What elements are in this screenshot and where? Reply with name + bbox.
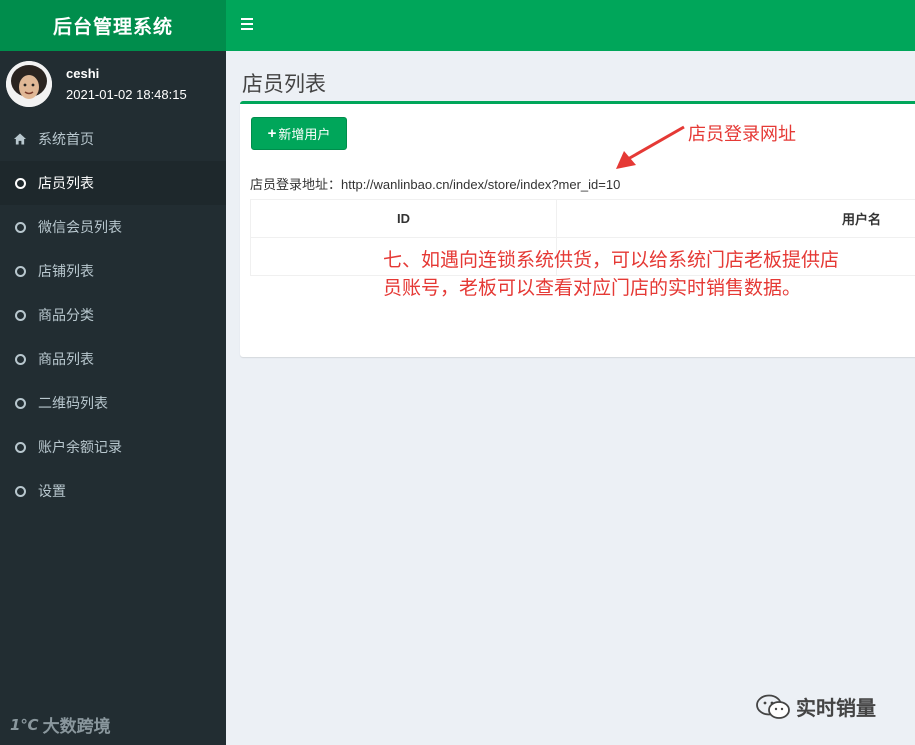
sidebar-item-label: 系统首页: [38, 132, 94, 148]
sidebar-item-qrcodes[interactable]: 二维码列表: [0, 381, 226, 425]
sidebar-item-balance-records[interactable]: 账户余额记录: [0, 425, 226, 469]
annotation-arrow-icon: [616, 125, 685, 169]
watermark-right-text: 实时销量: [796, 696, 876, 720]
sidebar-item-label: 二维码列表: [38, 396, 108, 412]
circle-icon: [14, 397, 26, 409]
user-panel: ceshi 2021-01-02 18:48:15: [0, 51, 226, 117]
circle-icon: [14, 485, 26, 497]
circle-icon: [14, 309, 26, 321]
content-box: + 新增用户 店员登录地址：http://wanlinbao.cn/index/…: [240, 101, 915, 357]
circle-icon: [14, 221, 26, 233]
sidebar: 后台管理系统 ceshi 2021-01-02 18:48:15 系统首页 店员…: [0, 0, 226, 745]
circle-icon: [14, 177, 26, 189]
circle-icon: [14, 441, 26, 453]
column-header-username[interactable]: 用户名: [556, 199, 915, 238]
annotation-note: 七、如遇向连锁系统供货，可以给系统门店老板提供店员账号，老板可以查看对应门店的实…: [383, 249, 840, 299]
sidebar-item-home[interactable]: 系统首页: [0, 117, 226, 161]
sidebar-item-label: 账户余额记录: [38, 440, 122, 456]
app-title: 后台管理系统: [52, 16, 173, 38]
watermark-logo: 1℃: [10, 715, 39, 734]
watermark-text: 大数跨境: [42, 717, 111, 737]
sidebar-item-products[interactable]: 商品列表: [0, 337, 226, 381]
add-user-button[interactable]: + 新增用户: [251, 117, 347, 150]
watermark-right: 实时销量: [756, 692, 876, 721]
avatar-image: [6, 61, 52, 107]
user-name: ceshi: [66, 66, 100, 81]
login-url-line: 店员登录地址：http://wanlinbao.cn/index/store/i…: [250, 174, 620, 193]
sidebar-item-categories[interactable]: 商品分类: [0, 293, 226, 337]
login-url-label: 店员登录地址：: [250, 178, 342, 193]
login-url-value: http://wanlinbao.cn/index/store/index?me…: [341, 177, 621, 192]
sidebar-item-wechat-members[interactable]: 微信会员列表: [0, 205, 226, 249]
sidebar-item-label: 店铺列表: [38, 264, 94, 280]
wechat-icon: [756, 694, 790, 719]
table-header-row: ID 用户名: [250, 199, 915, 238]
user-info: ceshi 2021-01-02 18:48:15: [66, 66, 187, 102]
watermark-left: 1℃ 大数跨境: [10, 712, 111, 738]
sidebar-item-label: 设置: [38, 484, 66, 500]
menu-toggle-icon[interactable]: [241, 18, 253, 30]
column-header-id[interactable]: ID: [250, 199, 557, 238]
annotation-label: 店员登录网址: [688, 124, 796, 145]
sidebar-item-label: 商品列表: [38, 352, 94, 368]
sidebar-item-label: 店员列表: [38, 176, 94, 192]
app-logo[interactable]: 后台管理系统: [0, 0, 226, 51]
avatar[interactable]: [6, 61, 52, 107]
circle-icon: [14, 353, 26, 365]
sidebar-item-label: 微信会员列表: [38, 220, 122, 236]
circle-icon: [14, 265, 26, 277]
main-content: 店员列表 + 新增用户 店员登录地址：http://wanlinbao.cn/i…: [226, 51, 915, 745]
sidebar-item-settings[interactable]: 设置: [0, 469, 226, 513]
login-time: 2021-01-02 18:48:15: [66, 87, 187, 102]
top-navbar: [226, 0, 915, 51]
sidebar-item-label: 商品分类: [38, 308, 94, 324]
sidebar-item-stores[interactable]: 店铺列表: [0, 249, 226, 293]
sidebar-menu: 系统首页 店员列表 微信会员列表 店铺列表 商品分类 商品列表 二维码列表 账户…: [0, 117, 226, 513]
add-user-button-label: 新增用户: [278, 127, 331, 142]
plus-icon: +: [267, 125, 277, 142]
sidebar-item-staff-list[interactable]: 店员列表: [0, 161, 226, 205]
page-title: 店员列表: [242, 72, 326, 96]
home-icon: [14, 133, 26, 145]
